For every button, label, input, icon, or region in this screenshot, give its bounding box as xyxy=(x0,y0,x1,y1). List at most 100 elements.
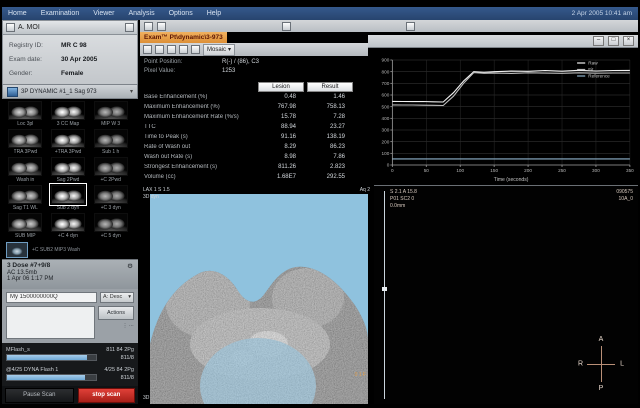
actions-button[interactable]: Actions xyxy=(98,306,134,320)
series-path[interactable]: Exam™ Pt\dynamic\3-973 xyxy=(140,32,227,43)
info-row: Pixel Value: 1253 xyxy=(144,68,368,77)
svg-text:500: 500 xyxy=(382,104,390,109)
application-window: Home Examination Viewer Analysis Options Help… xyxy=(0,0,640,408)
mri-overlay-topleft2: 3D dyn xyxy=(143,194,159,200)
thumbnail[interactable]: +C 5 dyn xyxy=(89,213,132,241)
thumbnail[interactable]: Sag 2Pwd xyxy=(47,157,90,185)
metric-value-2: 138.19 xyxy=(307,134,353,140)
thumbnail-caption: +TRA 3Pwd xyxy=(55,149,82,155)
folder-icon[interactable] xyxy=(6,23,15,32)
thumbnail[interactable]: +C 3 dyn xyxy=(89,185,132,213)
metric-label: Maximum Enhancement (%) xyxy=(140,104,258,110)
progress-group: @4/25 DYNA Flash 1 4/25 84 2Pg 811/8 xyxy=(6,367,134,381)
menu-item[interactable]: Viewer xyxy=(93,10,114,17)
overlay-line: P01 SC2 0 xyxy=(390,196,417,203)
progress-bar-fill xyxy=(7,355,87,360)
slice-position-line[interactable] xyxy=(384,191,385,399)
close-icon[interactable]: × xyxy=(623,36,634,46)
comment-dropdown[interactable]: A: Desc ▾ xyxy=(100,292,134,303)
minimize-icon[interactable]: – xyxy=(593,36,604,46)
kinetic-curve-chart: 0100200300400500600700800900050100150200… xyxy=(368,48,638,185)
thumbnail[interactable]: +C 2Pwd xyxy=(89,157,132,185)
svg-text:Fit: Fit xyxy=(588,67,594,72)
localizer-viewport[interactable]: S 2.1 A 15.8P01 SC2 00.0mm 09057510A_0 A… xyxy=(374,185,638,404)
svg-text:700: 700 xyxy=(382,81,390,86)
metric-value-1: 0.48 xyxy=(258,94,304,100)
notes-textarea[interactable] xyxy=(6,306,95,339)
progress-bar-fill xyxy=(7,375,85,380)
svg-text:350: 350 xyxy=(626,168,634,173)
metric-value-2: 2.823 xyxy=(307,164,353,170)
main-toolbar xyxy=(140,20,638,32)
menu-item[interactable]: Home xyxy=(8,10,27,17)
thumbnail-caption: Sag 2Pwd xyxy=(57,177,80,183)
menu-item[interactable]: Help xyxy=(207,10,221,17)
thumbnail[interactable]: +TRA 3Pwd xyxy=(47,129,90,157)
compass-horizontal-line xyxy=(587,364,615,365)
analysis-toolbar: Mosaic ▾ xyxy=(140,43,372,56)
svg-text:600: 600 xyxy=(382,93,390,98)
eraser-tool-icon[interactable] xyxy=(191,45,200,54)
thumbnail-image xyxy=(94,185,128,204)
table-row: Volume (cc) 1.68E7 292.55 xyxy=(140,172,372,182)
stop-scan-button[interactable]: stop scan xyxy=(78,388,135,403)
roi-tool-icon[interactable] xyxy=(155,45,164,54)
save-icon[interactable] xyxy=(157,22,166,31)
thumbnail[interactable]: SUB MIP xyxy=(4,213,47,241)
svg-text:800: 800 xyxy=(382,69,390,74)
table-row: Wash out Rate (s) 8.98 7.86 xyxy=(140,152,372,162)
metric-label: Volume (cc) xyxy=(140,174,258,180)
layout-icon[interactable] xyxy=(282,22,291,31)
thumbnail-image xyxy=(51,213,85,232)
chevron-down-icon[interactable]: ▾ xyxy=(130,88,133,95)
job-date: 1 Apr 06 1:17 PM xyxy=(7,276,133,282)
job-gear-icon[interactable]: ⚙ xyxy=(127,262,133,270)
overlay-line: 10A_0 xyxy=(616,196,633,203)
patient-info-panel: Registry ID: MR C 98 Exam date: 30 Apr 2… xyxy=(2,35,138,85)
thumbnail[interactable]: Sub 2 dyn xyxy=(47,185,90,213)
series-selector[interactable]: 3P DYNAMIC #1_1 Sag 973 ▾ xyxy=(2,84,138,99)
thumbnail-caption: TRA 3Pwd xyxy=(14,149,38,155)
menu-item[interactable]: Analysis xyxy=(129,10,155,17)
open-study-icon[interactable] xyxy=(144,22,153,31)
metric-label: Base Enhancement (%) xyxy=(140,94,258,100)
pause-scan-button[interactable]: Pause Scan xyxy=(5,388,74,403)
thumbnail[interactable]: MIP W 3 xyxy=(89,101,132,129)
menu-item[interactable]: Examination xyxy=(41,10,80,17)
metric-value-1: 91.16 xyxy=(258,134,304,140)
metric-value-2: 86.23 xyxy=(307,144,353,150)
progress-bar xyxy=(6,354,97,361)
thumbnail[interactable]: +C 4 dyn xyxy=(47,213,90,241)
thumbnail[interactable]: Sag T1 WL xyxy=(4,185,47,213)
menu-bar: Home Examination Viewer Analysis Options Help… xyxy=(2,7,638,20)
thumbnail-grid: Loc 3pl 3 CC Map MIP W 3 TRA 3Pwd xyxy=(2,99,138,241)
mri-image[interactable] xyxy=(150,194,368,404)
sidebar: A. MOI Registry ID: MR C 98 Exam date: 3… xyxy=(2,20,138,404)
settings-icon[interactable] xyxy=(125,23,134,32)
print-icon[interactable] xyxy=(406,22,415,31)
job-title: 3 Dose #7+9/8 xyxy=(7,262,50,270)
compass-anterior: A xyxy=(599,336,604,343)
view-mode-dropdown[interactable]: Mosaic ▾ xyxy=(203,44,235,56)
mri-viewport[interactable]: LAX 1 S 1.5 3D dyn Aq 2 0 1 F 3D xyxy=(140,185,374,404)
thumbnail[interactable]: Loc 3pl xyxy=(4,101,47,129)
metric-label: Time to Peak (s) xyxy=(140,134,258,140)
thumbnail[interactable]: TRA 3Pwd xyxy=(4,129,47,157)
overlay-line: 0.0mm xyxy=(390,203,417,210)
patient-info-label: Exam date: xyxy=(9,56,61,63)
zoom-tool-icon[interactable] xyxy=(167,45,176,54)
thumbnail[interactable]: Wash in xyxy=(4,157,47,185)
kinetics-table: Lesion Result Base Enhancement (%) 0.48 … xyxy=(140,81,372,182)
thumbnail[interactable]: 3 CC Map xyxy=(47,101,90,129)
table-row: Time to Peak (s) 91.16 138.19 xyxy=(140,132,372,142)
maximize-icon[interactable]: □ xyxy=(608,36,619,46)
metric-value-2: 1.46 xyxy=(307,94,353,100)
thumbnail-image xyxy=(51,157,85,176)
thumbnail[interactable]: Sub 1 h xyxy=(89,129,132,157)
pointer-tool-icon[interactable] xyxy=(143,45,152,54)
menu-item[interactable]: Options xyxy=(169,10,193,17)
comment-input[interactable] xyxy=(6,292,97,303)
info-row: Point Position: R(-) / (86), C3 xyxy=(144,59,368,68)
sub-series-thumbnail[interactable] xyxy=(6,242,28,258)
ruler-tool-icon[interactable] xyxy=(179,45,188,54)
